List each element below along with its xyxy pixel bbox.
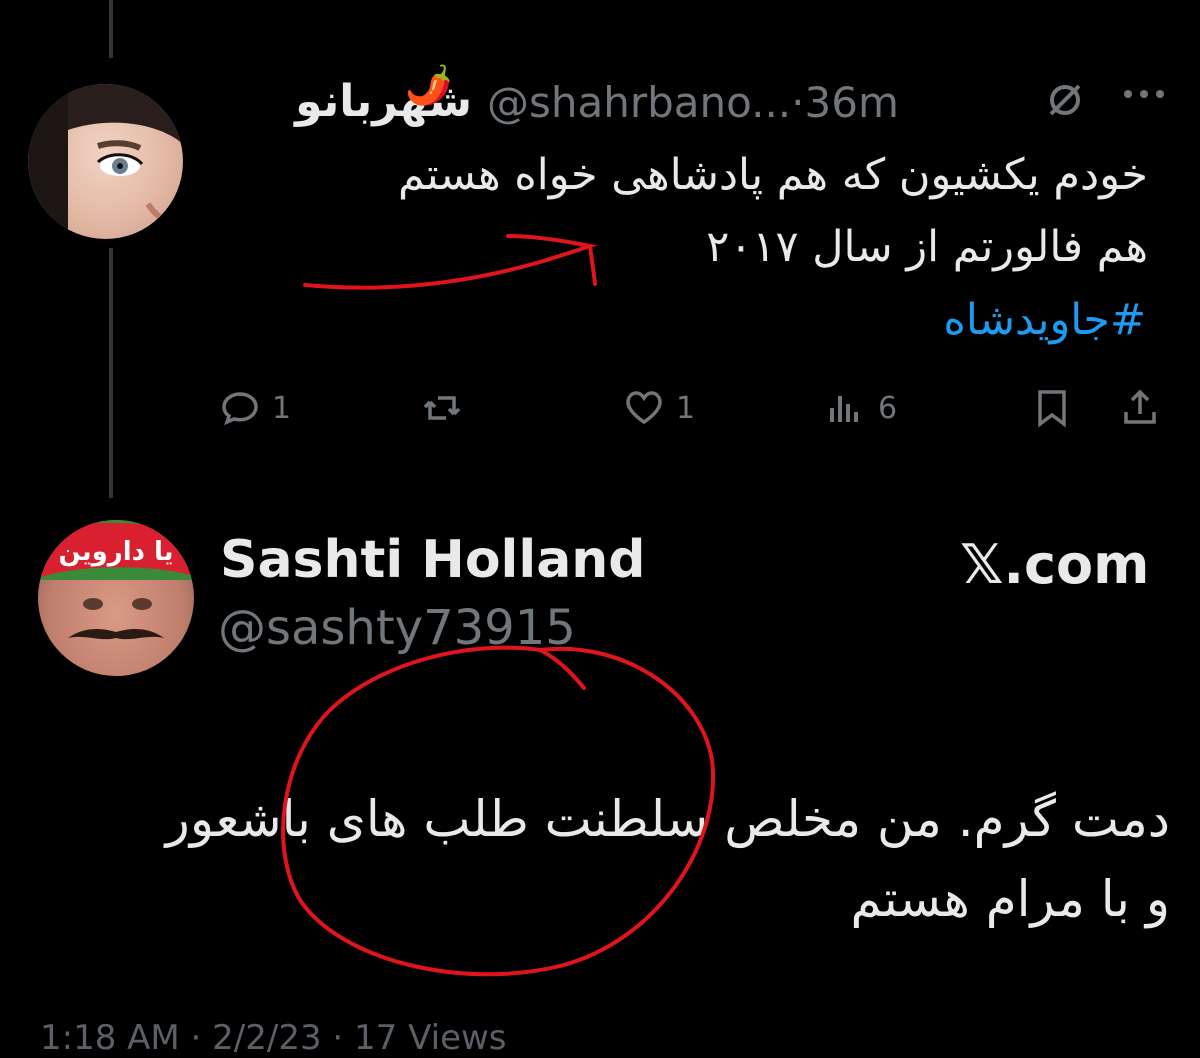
more-icon[interactable] (1120, 72, 1168, 122)
display-name[interactable]: Sashti Holland (220, 530, 646, 590)
thread-line-top (109, 0, 113, 58)
share-icon (1124, 389, 1156, 424)
avatar[interactable] (28, 84, 183, 239)
heart-icon (626, 391, 662, 425)
like-button[interactable]: 1 (622, 385, 695, 431)
avatar[interactable]: یا داروین (38, 520, 194, 676)
tweet-meta: 1:18 AM · 2/2/23 · 17 Views (40, 1018, 507, 1058)
retweet-icon (423, 396, 461, 420)
reply-icon (222, 392, 258, 426)
timestamp[interactable]: ·36m (791, 78, 899, 127)
svg-text:یا داروین: یا داروین (58, 537, 173, 567)
bookmark-button[interactable] (1030, 385, 1074, 431)
views-count: 6 (878, 390, 898, 426)
user-handle[interactable]: @sashty73915 (218, 600, 576, 656)
tweet-text-line: هم فالورتم از سال ۲۰۱۷ (706, 222, 1148, 272)
hashtag-link[interactable]: #جاویدشاه (943, 295, 1146, 345)
user-handle[interactable]: @shahrbano...·36m (487, 78, 899, 127)
reply-count: 1 (272, 390, 292, 426)
grok-icon[interactable] (1045, 80, 1085, 129)
bookmark-icon (1038, 390, 1066, 428)
tweet-text-line: و با مرام هستم (850, 870, 1170, 928)
avatar-man-image: یا داروین (38, 520, 194, 640)
share-button[interactable] (1118, 385, 1162, 431)
views-button[interactable]: 6 (824, 385, 897, 431)
like-count: 1 (676, 390, 696, 426)
avatar-woman-image (28, 84, 183, 239)
retweet-button[interactable] (420, 385, 464, 431)
thread-line (109, 248, 113, 498)
handle-text[interactable]: @shahrbano... (487, 78, 791, 127)
source-label: 𝕏.com (960, 533, 1150, 596)
tweet-text-line: دمت گرم. من مخلص سلطنت طلب های باشعور (165, 790, 1170, 848)
reply-button[interactable]: 1 (218, 385, 291, 431)
tweet-text-line: خودم یکشیون که هم پادشاهی خواه هستم (397, 150, 1148, 200)
views-icon (830, 396, 858, 422)
chili-emoji: 🌶️ (405, 63, 453, 107)
annotation-arrow (303, 234, 598, 290)
